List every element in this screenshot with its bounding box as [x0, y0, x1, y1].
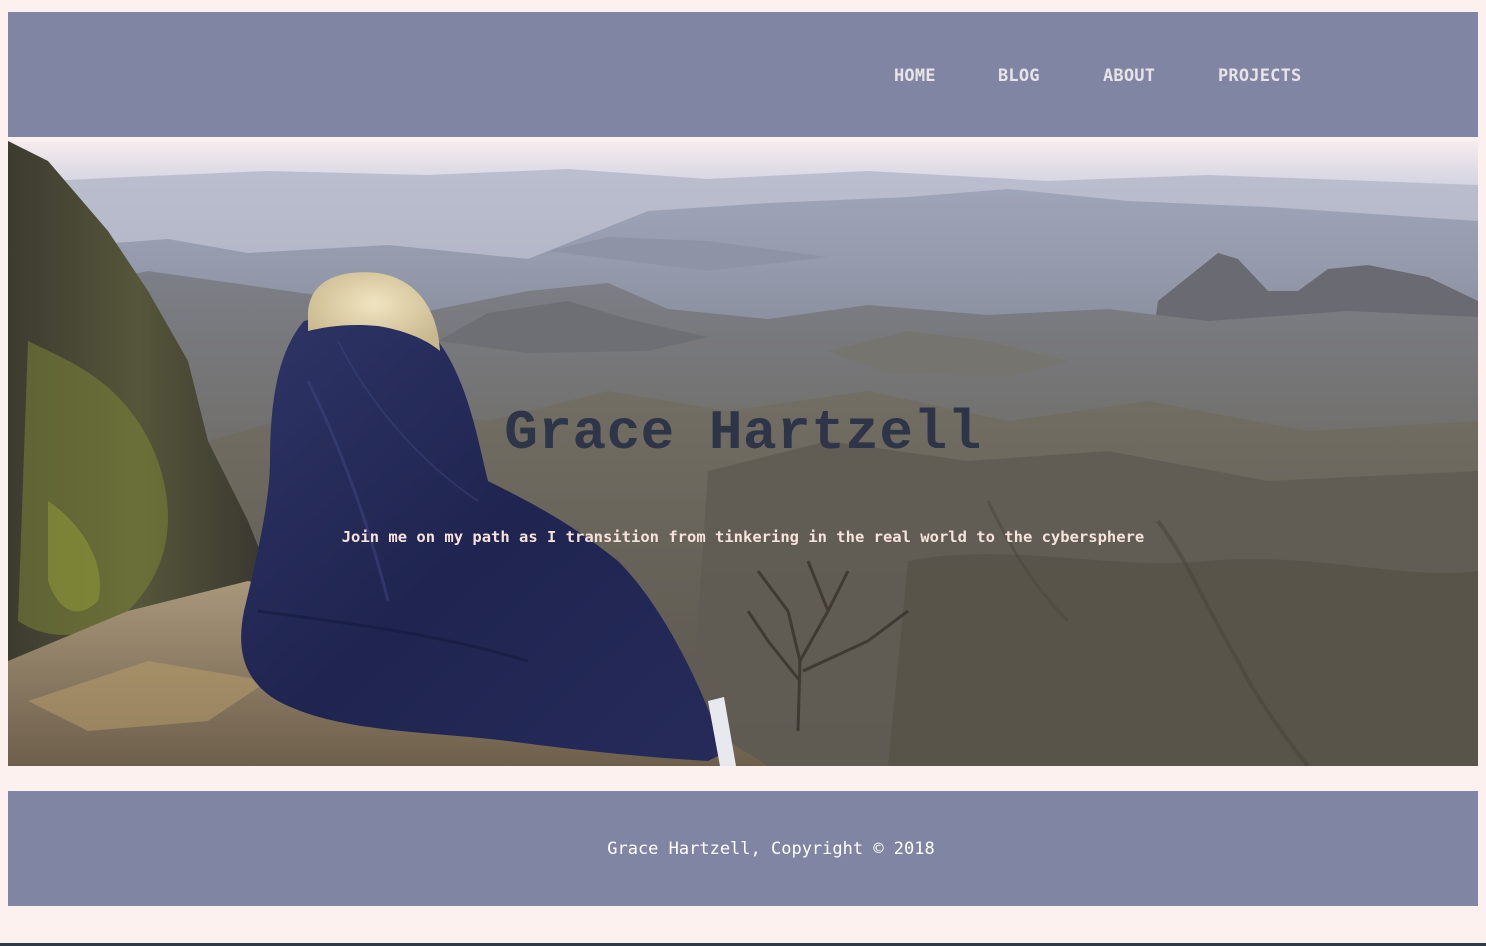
nav-link-home[interactable]: HOME — [894, 66, 936, 86]
hero-tagline: Join me on my path as I transition from … — [341, 527, 1145, 546]
main-nav: HOME BLOG ABOUT PROJECTS — [8, 12, 1478, 137]
footer-copyright: Grace Hartzell, Copyright © 2018 — [607, 839, 935, 859]
site-header: HOME BLOG ABOUT PROJECTS — [8, 12, 1478, 137]
hero-title: Grace Hartzell — [504, 400, 982, 465]
nav-link-about[interactable]: ABOUT — [1103, 66, 1155, 86]
site-footer: Grace Hartzell, Copyright © 2018 — [8, 791, 1478, 906]
nav-link-blog[interactable]: BLOG — [998, 66, 1040, 86]
hero-banner: Grace Hartzell Join me on my path as I t… — [8, 141, 1478, 766]
nav-link-projects[interactable]: PROJECTS — [1218, 66, 1301, 86]
